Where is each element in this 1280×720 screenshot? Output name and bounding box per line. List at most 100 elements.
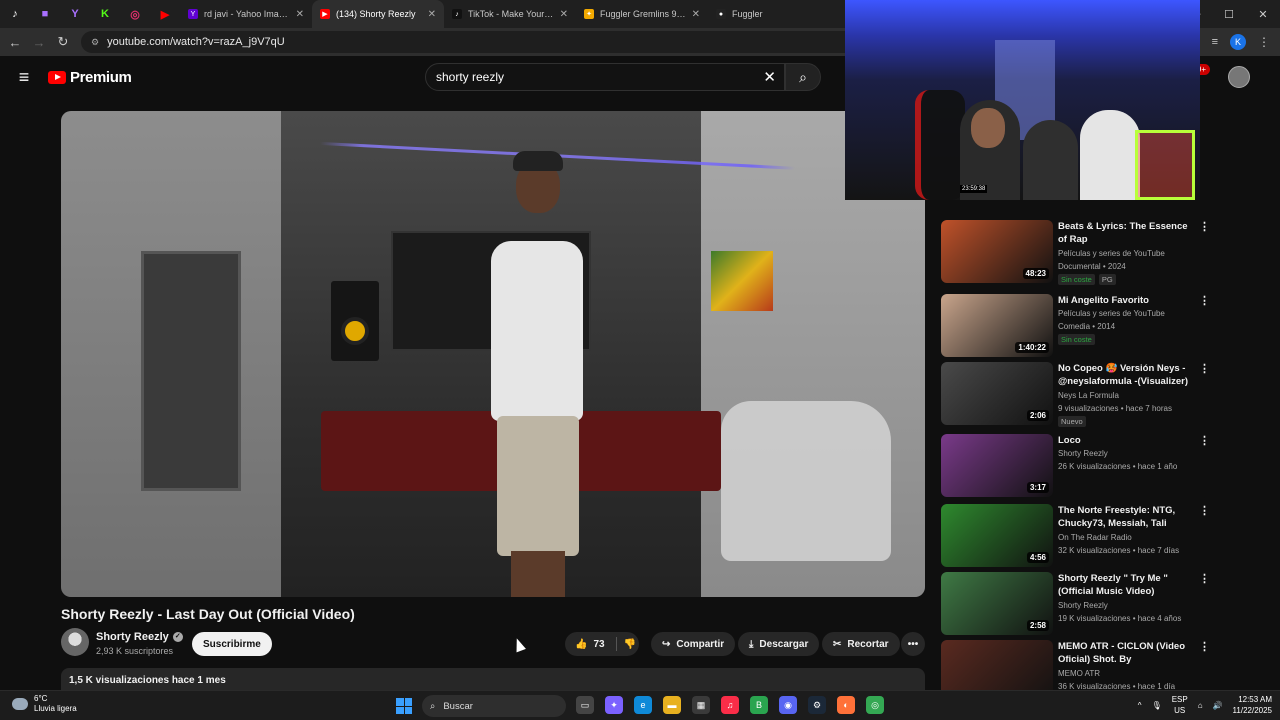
account-avatar[interactable] — [1228, 66, 1250, 88]
lang-secondary: US — [1174, 706, 1186, 715]
hamburger-menu-icon[interactable]: ≡ — [0, 67, 48, 88]
yahoo-pinned-tab[interactable]: Y — [60, 0, 90, 28]
video-player[interactable] — [61, 111, 925, 597]
related-video-item[interactable]: 1:40:22 Mi Angelito Favorito Películas y s… — [941, 292, 1211, 358]
close-tab-icon[interactable]: ✕ — [692, 9, 700, 20]
video-options-icon[interactable]: ⋮ — [1199, 362, 1210, 375]
browser-tab[interactable]: Yrd javi - Yahoo Image Se ✕ — [180, 0, 312, 28]
language-indicator[interactable]: ESP US — [1172, 694, 1188, 716]
download-button[interactable]: ⤓ Descargar — [738, 632, 820, 656]
kick-pinned-tab[interactable]: K — [90, 0, 120, 28]
related-video-channel[interactable]: Shorty Reezly — [1058, 447, 1198, 460]
video-thumbnail[interactable]: 2:06 — [941, 362, 1053, 425]
youtube-logo[interactable]: Premium — [48, 69, 132, 86]
more-actions-button[interactable]: ••• — [901, 632, 925, 656]
windows-start-icon[interactable] — [396, 698, 412, 714]
tray-chevron-icon[interactable]: ^ — [1138, 701, 1142, 710]
related-video-title[interactable]: No Copeo 🥵 Versión Neys - @neyslaformula… — [1058, 362, 1194, 388]
file-explorer-icon[interactable]: ▬ — [663, 696, 681, 714]
channel-name-link[interactable]: Shorty Reezly ✓ — [96, 631, 183, 643]
related-video-channel[interactable]: Películas y series de YouTube — [1058, 247, 1198, 260]
site-info-icon[interactable]: ⚙ — [91, 37, 99, 48]
task-view-icon[interactable]: ▭ — [576, 696, 594, 714]
related-video-channel[interactable]: On The Radar Radio — [1058, 531, 1198, 544]
close-tab-icon[interactable]: ✕ — [428, 9, 436, 20]
tiktok-pinned-tab[interactable]: ♪ — [0, 0, 30, 28]
instagram-pinned-tab[interactable]: ◎ — [120, 0, 150, 28]
store-icon[interactable]: ▦ — [692, 696, 710, 714]
close-tab-icon[interactable]: ✕ — [296, 9, 304, 20]
discord-icon[interactable]: ◉ — [779, 696, 797, 714]
browser-tab[interactable]: ✦ Fuggler Gremlins 9 inch ✕ — [576, 0, 708, 28]
network-icon[interactable]: ⌂ — [1198, 701, 1203, 710]
related-video-title[interactable]: Mi Angelito Favorito — [1058, 294, 1194, 307]
dislike-button[interactable]: 👎 — [615, 632, 645, 656]
maximize-icon[interactable]: ☐ — [1212, 0, 1246, 28]
forward-icon[interactable]: → — [27, 35, 51, 50]
video-thumbnail[interactable]: 3:17 — [941, 434, 1053, 497]
video-options-icon[interactable]: ⋮ — [1199, 220, 1210, 233]
browser-tab[interactable]: ● Fuggler — [708, 0, 840, 28]
clear-search-icon[interactable]: ✕ — [763, 68, 776, 86]
video-title: Shorty Reezly - Last Day Out (Official V… — [61, 606, 355, 622]
more-icon: ••• — [907, 638, 919, 650]
search-input[interactable]: shorty reezly ✕ — [425, 63, 785, 91]
volume-icon[interactable]: 🔊 — [1213, 701, 1223, 710]
search-query: shorty reezly — [436, 70, 505, 84]
menu-kebab-icon[interactable]: ⋮ — [1258, 35, 1270, 49]
related-video-item[interactable]: 3:17 Loco Shorty Reezly 26 K visualizacione… — [941, 432, 1211, 498]
app-b-icon[interactable]: B — [750, 696, 768, 714]
close-window-icon[interactable]: ✕ — [1246, 0, 1280, 28]
subscribe-button[interactable]: Suscribirme — [192, 632, 272, 656]
video-scene-speaker — [331, 281, 379, 361]
clock[interactable]: 12:53 AM 11/22/2025 — [1233, 694, 1272, 716]
microphone-icon[interactable]: 🎙 — [1152, 701, 1162, 710]
related-video-channel[interactable]: Películas y series de YouTube — [1058, 307, 1198, 320]
twitch-pinned-tab[interactable]: ■ — [30, 0, 60, 28]
clip-button[interactable]: ✂ Recortar — [822, 632, 900, 656]
back-icon[interactable]: ← — [3, 35, 27, 50]
share-button[interactable]: ↪ Compartir — [651, 632, 736, 656]
video-options-icon[interactable]: ⋮ — [1199, 572, 1210, 585]
profile-avatar[interactable]: K — [1230, 34, 1246, 50]
steam-icon[interactable]: ⚙ — [808, 696, 826, 714]
related-video-title[interactable]: MEMO ATR - CICLON (Video Oficial) Shot. … — [1058, 640, 1194, 666]
related-video-item[interactable]: 4:56 The Norte Freestyle: NTG, Chucky73, … — [941, 502, 1211, 568]
related-video-channel[interactable]: MEMO ATR — [1058, 667, 1198, 680]
related-video-title[interactable]: Beats & Lyrics: The Essence of Rap — [1058, 220, 1194, 246]
video-options-icon[interactable]: ⋮ — [1199, 294, 1210, 307]
video-options-icon[interactable]: ⋮ — [1199, 504, 1210, 517]
channel-avatar[interactable] — [61, 628, 89, 656]
related-video-title[interactable]: Shorty Reezly " Try Me " (Official Music… — [1058, 572, 1194, 598]
taskbar-search[interactable]: ⌕ Buscar — [422, 695, 566, 717]
youtube-pinned-tab[interactable]: ▶ — [150, 0, 180, 28]
browser-tab[interactable]: ▶ (134) Shorty Reezly ✕ — [312, 0, 444, 28]
windows-taskbar: 6°C Lluvia ligera ⌕ Buscar ▭ ✦ e ▬ ▦ ♫ B… — [0, 690, 1280, 720]
chrome-icon[interactable]: ◎ — [866, 696, 884, 714]
search-icon[interactable]: ⌕ — [785, 63, 821, 91]
related-video-item[interactable]: 2:58 Shorty Reezly " Try Me " (Official M… — [941, 570, 1211, 636]
edge-icon[interactable]: e — [634, 696, 652, 714]
reload-icon[interactable]: ↻ — [51, 34, 75, 50]
browser-tab[interactable]: ♪ TikTok - Make Your Day ✕ — [444, 0, 576, 28]
related-video-item[interactable]: 48:23 Beats & Lyrics: The Essence of Rap P… — [941, 218, 1211, 285]
weather-widget[interactable]: 6°C Lluvia ligera — [12, 694, 77, 714]
copilot-icon[interactable]: ✦ — [605, 696, 623, 714]
cloud-rain-icon — [12, 698, 28, 710]
related-video-channel[interactable]: Shorty Reezly — [1058, 599, 1198, 612]
video-thumbnail[interactable]: 48:23 — [941, 220, 1053, 283]
related-video-item[interactable]: 2:06 No Copeo 🥵 Versión Neys - @neyslafor… — [941, 360, 1211, 427]
related-video-channel[interactable]: Neys La Formula — [1058, 389, 1198, 402]
video-thumbnail[interactable]: 1:40:22 — [941, 294, 1053, 357]
video-options-icon[interactable]: ⋮ — [1199, 434, 1210, 447]
firefox-icon[interactable]: ◐ — [837, 696, 855, 714]
related-video-stats: 9 visualizaciones • hace 7 horas — [1058, 404, 1172, 413]
related-video-title[interactable]: The Norte Freestyle: NTG, Chucky73, Mess… — [1058, 504, 1194, 530]
video-thumbnail[interactable]: 4:56 — [941, 504, 1053, 567]
related-video-title[interactable]: Loco — [1058, 434, 1194, 447]
cast-icon[interactable]: ≡ — [1212, 36, 1218, 48]
video-thumbnail[interactable]: 2:58 — [941, 572, 1053, 635]
close-tab-icon[interactable]: ✕ — [560, 9, 568, 20]
video-options-icon[interactable]: ⋮ — [1199, 640, 1210, 653]
music-app-icon[interactable]: ♫ — [721, 696, 739, 714]
